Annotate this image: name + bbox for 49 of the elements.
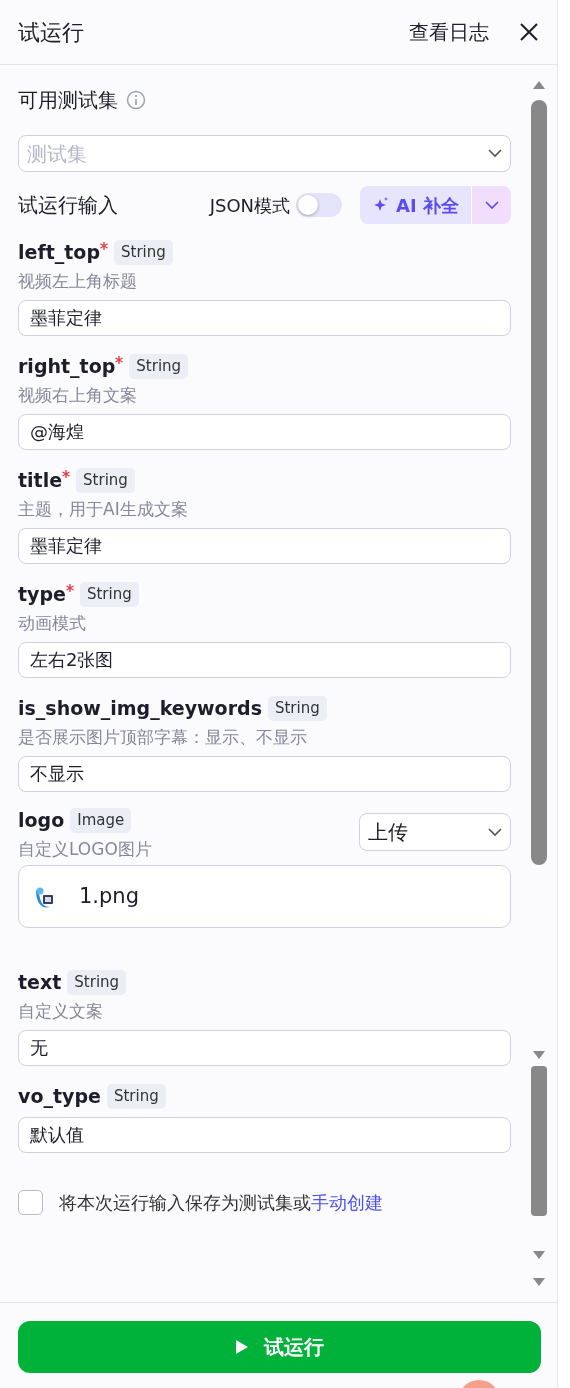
type-tag: Image	[70, 808, 132, 833]
input-field[interactable]: 左右2张图	[18, 642, 511, 678]
field-name: right_top	[18, 354, 116, 380]
chevron-down-icon	[484, 200, 499, 210]
section-label: 试运行输入	[18, 192, 118, 219]
type-tag: String	[67, 970, 127, 995]
input-field[interactable]: 默认值	[18, 1116, 511, 1153]
manual-create-link[interactable]: 手动创建	[311, 1191, 383, 1213]
type-tag: String	[79, 582, 139, 607]
type-tag: String	[76, 468, 135, 493]
input-field[interactable]: 墨菲定律	[18, 300, 511, 336]
ai-complete-button[interactable]: AI 补全	[360, 186, 471, 224]
info-icon	[126, 90, 146, 110]
field-name: is_show_img_keywords	[18, 696, 262, 722]
type-tag: String	[129, 354, 189, 379]
field-description: 是否展示图片顶部字幕：显示、不显示	[18, 725, 308, 749]
input-field[interactable]: 无	[18, 1030, 511, 1066]
upload-mode-select[interactable]: 上传	[359, 813, 511, 851]
section-label: 可用测试集	[18, 87, 118, 114]
chevron-down-icon	[488, 827, 502, 837]
ai-options-dropdown[interactable]	[471, 186, 511, 224]
view-log-link[interactable]: 查看日志	[409, 17, 489, 47]
save-option-text: 将本次运行输入保存为测试集或手动创建	[59, 1190, 383, 1215]
chevron-down-icon	[488, 149, 502, 158]
field-name: text	[18, 970, 62, 995]
panel-title: 试运行	[18, 18, 84, 47]
field-name: vo_type	[18, 1084, 101, 1110]
json-mode-label: JSON模式	[209, 193, 291, 218]
field-description: 自定义文案	[18, 999, 104, 1023]
save-checkbox[interactable]	[18, 1189, 43, 1215]
type-tag: String	[114, 240, 173, 265]
field-description: 主题，用于AI生成文案	[18, 497, 188, 521]
field-name: type	[18, 582, 66, 607]
field-description: 自定义LOGO图片	[18, 837, 152, 861]
input-field[interactable]: @海煌	[18, 414, 511, 450]
input-field[interactable]: 不显示	[18, 756, 511, 792]
field-description: 视频右上角文案	[18, 383, 138, 407]
field-name: title	[18, 468, 63, 493]
file-name: 1.png	[79, 882, 139, 910]
play-icon	[235, 1340, 248, 1354]
field-name: left_top	[18, 240, 100, 266]
type-tag: String	[106, 1084, 166, 1109]
field-name: logo	[18, 808, 65, 833]
json-mode-toggle[interactable]	[296, 193, 343, 217]
type-tag: String	[267, 696, 327, 721]
field-description: 动画模式	[18, 611, 87, 635]
input-field[interactable]: 墨菲定律	[18, 528, 511, 564]
field-description: 视频左上角标题	[18, 269, 138, 293]
close-icon[interactable]	[519, 22, 539, 42]
